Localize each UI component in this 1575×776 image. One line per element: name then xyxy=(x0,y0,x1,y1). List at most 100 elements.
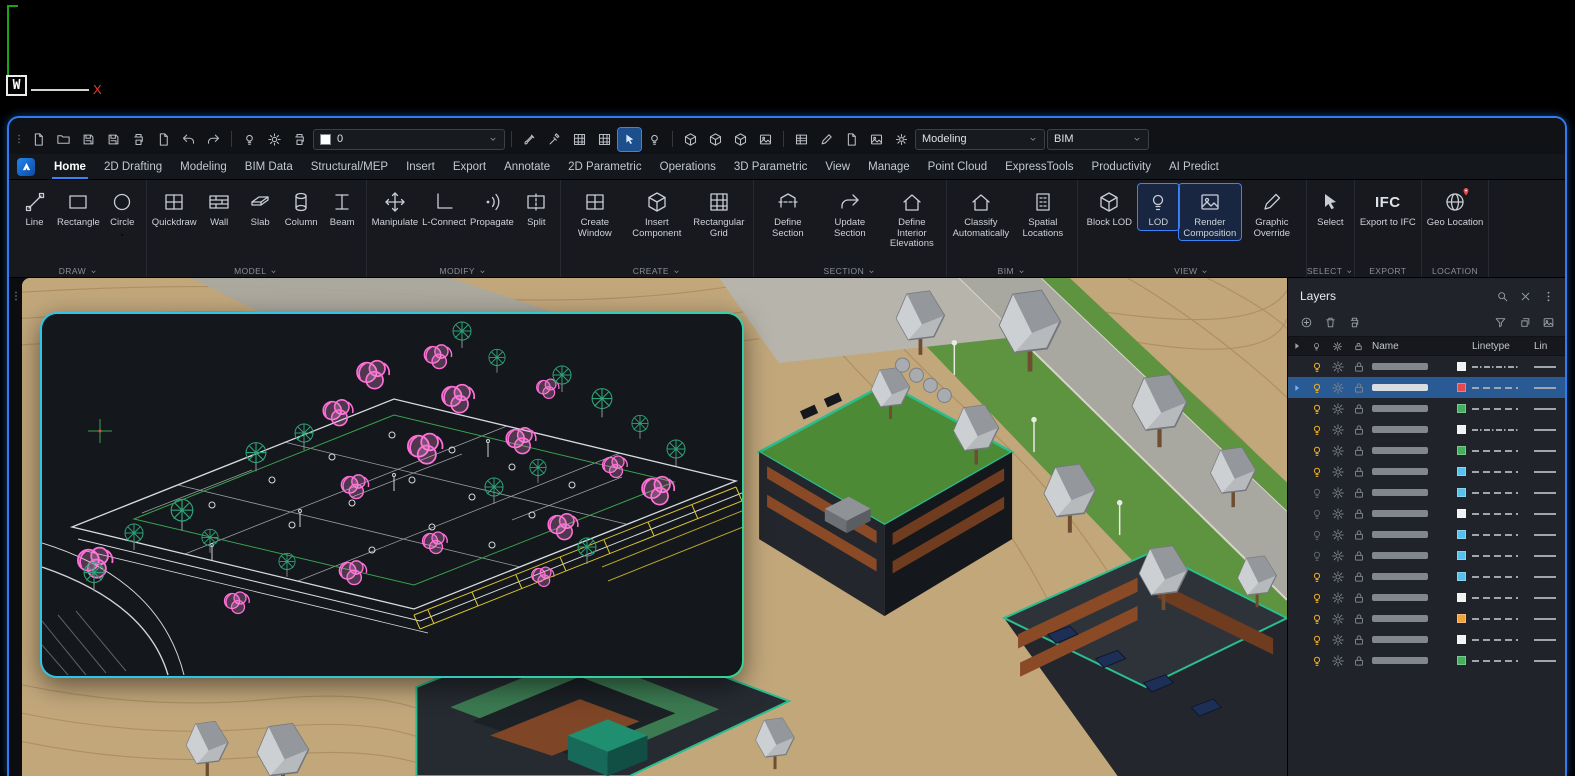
layer-linetype[interactable] xyxy=(1472,470,1518,473)
layer-lineweight[interactable] xyxy=(1534,449,1556,452)
tab-3d-parametric[interactable]: 3D Parametric xyxy=(725,154,817,179)
layer-on-icon[interactable] xyxy=(1310,507,1324,521)
layer-freeze-icon[interactable] xyxy=(1331,360,1345,374)
save-all-icon[interactable] xyxy=(102,128,125,151)
tool-beam[interactable]: Beam xyxy=(322,184,363,230)
layer-color-swatch[interactable] xyxy=(1457,446,1466,455)
workspace-select[interactable]: Modeling xyxy=(915,128,1045,150)
tool-slab[interactable]: Slab xyxy=(240,184,281,230)
tool-graphic-override[interactable]: Graphic Override xyxy=(1241,184,1303,240)
match-properties-icon[interactable] xyxy=(518,128,541,151)
layer-lock-icon[interactable] xyxy=(1352,612,1366,626)
layer-lock-icon[interactable] xyxy=(1352,591,1366,605)
layer-row[interactable] xyxy=(1288,482,1565,503)
layer-on-icon[interactable] xyxy=(1310,444,1324,458)
layer-on-icon[interactable] xyxy=(1310,654,1324,668)
layer-on-icon[interactable] xyxy=(1310,528,1324,542)
layer-row[interactable] xyxy=(1288,419,1565,440)
tab-structural-mep[interactable]: Structural/MEP xyxy=(302,154,397,179)
redo-icon[interactable] xyxy=(202,128,225,151)
layer-linetype[interactable] xyxy=(1472,617,1518,620)
layer-color-swatch[interactable] xyxy=(1457,656,1466,665)
layer-color-swatch[interactable] xyxy=(1457,362,1466,371)
layer-lineweight[interactable] xyxy=(1534,428,1556,431)
layer-lineweight[interactable] xyxy=(1534,596,1556,599)
layer-lineweight[interactable] xyxy=(1534,470,1556,473)
layer-color-swatch[interactable] xyxy=(1457,530,1466,539)
tool-render-composition[interactable]: Render Composition xyxy=(1177,183,1242,241)
chevron-down-icon[interactable] xyxy=(1017,267,1026,276)
layer-linetype[interactable] xyxy=(1472,533,1518,536)
layer-linetype[interactable] xyxy=(1472,428,1518,431)
tab-bim-data[interactable]: BIM Data xyxy=(236,154,302,179)
layer-linetype[interactable] xyxy=(1472,638,1518,641)
layer-color-swatch[interactable] xyxy=(1457,593,1466,602)
layer-lineweight[interactable] xyxy=(1534,491,1556,494)
settings-icon[interactable] xyxy=(890,128,913,151)
layer-lock-icon[interactable] xyxy=(1352,381,1366,395)
layer-freeze-icon[interactable] xyxy=(1331,402,1345,416)
selection-cursor-icon[interactable] xyxy=(617,126,642,152)
chevron-down-icon[interactable] xyxy=(1345,267,1354,276)
tab-annotate[interactable]: Annotate xyxy=(495,154,559,179)
layer-freeze-icon[interactable] xyxy=(1331,444,1345,458)
tab-home[interactable]: Home xyxy=(45,154,95,179)
layer-color-swatch[interactable] xyxy=(1457,467,1466,476)
layer-lock-icon[interactable] xyxy=(1352,528,1366,542)
layer-freeze-icon[interactable] xyxy=(1331,381,1345,395)
layer-color-swatch[interactable] xyxy=(1457,383,1466,392)
layer-on-icon[interactable] xyxy=(1310,381,1324,395)
tool-geo-location[interactable]: Geo Location xyxy=(1425,184,1486,230)
layer-lock-icon[interactable] xyxy=(1352,633,1366,647)
tool-split[interactable]: Split xyxy=(516,184,557,230)
layer-color-swatch[interactable] xyxy=(1457,614,1466,623)
layer-freeze-icon[interactable] xyxy=(1331,654,1345,668)
layer-lock-icon[interactable] xyxy=(1352,465,1366,479)
layer-row[interactable] xyxy=(1288,461,1565,482)
layer-on-toggle-icon[interactable] xyxy=(238,128,261,151)
layer-freeze-icon[interactable] xyxy=(1331,486,1345,500)
layer-color-swatch[interactable] xyxy=(1457,572,1466,581)
add-layer-icon[interactable] xyxy=(1300,316,1313,329)
publish-icon[interactable] xyxy=(152,128,175,151)
tool-propagate[interactable]: Propagate xyxy=(468,184,516,230)
layer-row[interactable] xyxy=(1288,650,1565,671)
layer-freeze-icon[interactable] xyxy=(1331,612,1345,626)
tab-2d-drafting[interactable]: 2D Drafting xyxy=(95,154,171,179)
layer-on-icon[interactable] xyxy=(1310,402,1324,416)
layer-row[interactable] xyxy=(1288,545,1565,566)
layer-freeze-icon[interactable] xyxy=(1331,528,1345,542)
annotate-edit-icon[interactable] xyxy=(815,128,838,151)
sheet-set-icon[interactable] xyxy=(840,128,863,151)
layer-freeze-icon[interactable] xyxy=(1331,570,1345,584)
layer-row[interactable] xyxy=(1288,566,1565,587)
view-wireframe-icon[interactable] xyxy=(704,128,727,151)
layer-lock-icon[interactable] xyxy=(1352,486,1366,500)
toolbar-grip-icon[interactable] xyxy=(13,131,25,147)
tool-select[interactable]: Select xyxy=(1310,184,1351,230)
layer-on-icon[interactable] xyxy=(1310,570,1324,584)
delete-layer-icon[interactable] xyxy=(1324,316,1337,329)
view-realistic-icon[interactable] xyxy=(729,128,752,151)
layer-linetype[interactable] xyxy=(1472,554,1518,557)
layer-row[interactable] xyxy=(1288,587,1565,608)
open-file-icon[interactable] xyxy=(52,128,75,151)
layer-on-icon[interactable] xyxy=(1310,486,1324,500)
profile-select[interactable]: BIM xyxy=(1047,128,1149,150)
layer-lineweight[interactable] xyxy=(1534,533,1556,536)
tab-export[interactable]: Export xyxy=(444,154,495,179)
layer-color-swatch[interactable] xyxy=(1457,509,1466,518)
tab-modeling[interactable]: Modeling xyxy=(171,154,236,179)
merge-layers-icon[interactable] xyxy=(1518,316,1531,329)
search-icon[interactable] xyxy=(1496,290,1509,303)
tool-define-section[interactable]: Define Section xyxy=(757,184,819,240)
layer-lineweight[interactable] xyxy=(1534,407,1556,410)
layer-row[interactable] xyxy=(1288,356,1565,377)
layer-on-icon[interactable] xyxy=(1310,360,1324,374)
chevron-down-icon[interactable] xyxy=(89,267,98,276)
data-table-icon[interactable] xyxy=(790,128,813,151)
expand-icon[interactable] xyxy=(1292,341,1302,351)
layer-lineweight[interactable] xyxy=(1534,365,1556,368)
layer-on-icon[interactable] xyxy=(1310,549,1324,563)
tool-quickdraw[interactable]: Quickdraw xyxy=(150,184,199,230)
